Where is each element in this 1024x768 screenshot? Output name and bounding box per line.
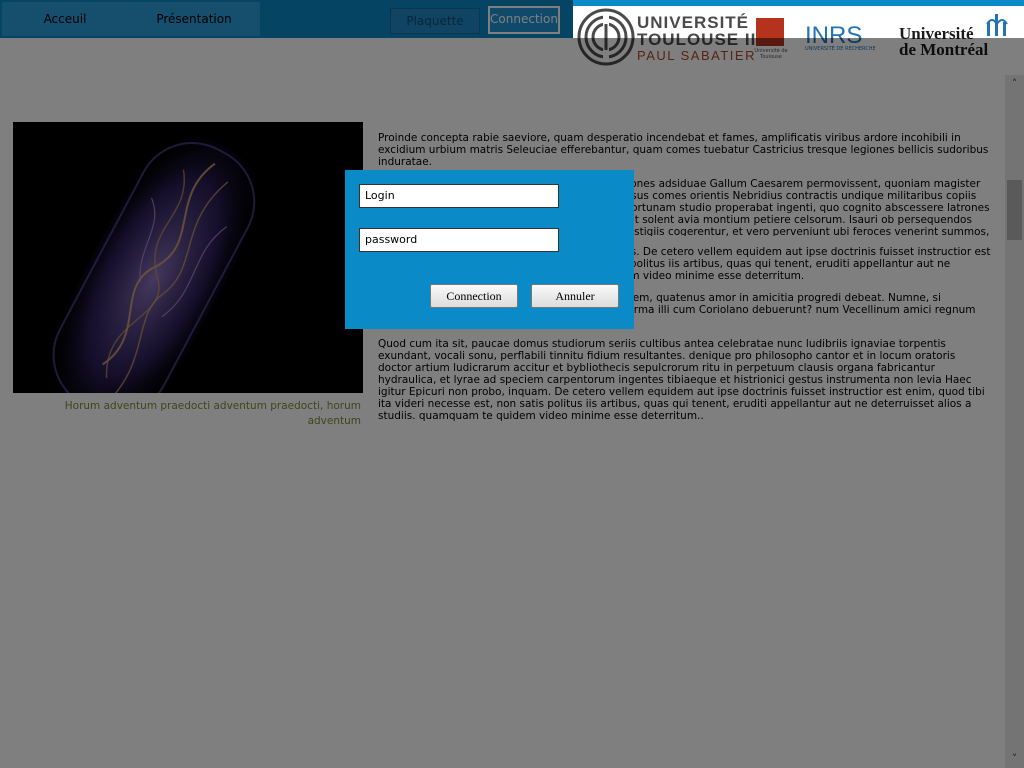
ut3-line1: UNIVERSITÉ — [637, 13, 750, 32]
cancel-button[interactable]: Annuler — [531, 284, 619, 308]
login-field[interactable]: Login — [359, 184, 559, 208]
login-dialog: Login password Connection Annuler — [345, 170, 634, 329]
password-field[interactable]: password — [359, 228, 559, 252]
udem-emblem-icon — [986, 14, 1008, 36]
login-submit-button[interactable]: Connection — [430, 284, 518, 308]
modal-backdrop[interactable] — [0, 38, 1024, 768]
modal-backdrop-top — [0, 0, 573, 38]
